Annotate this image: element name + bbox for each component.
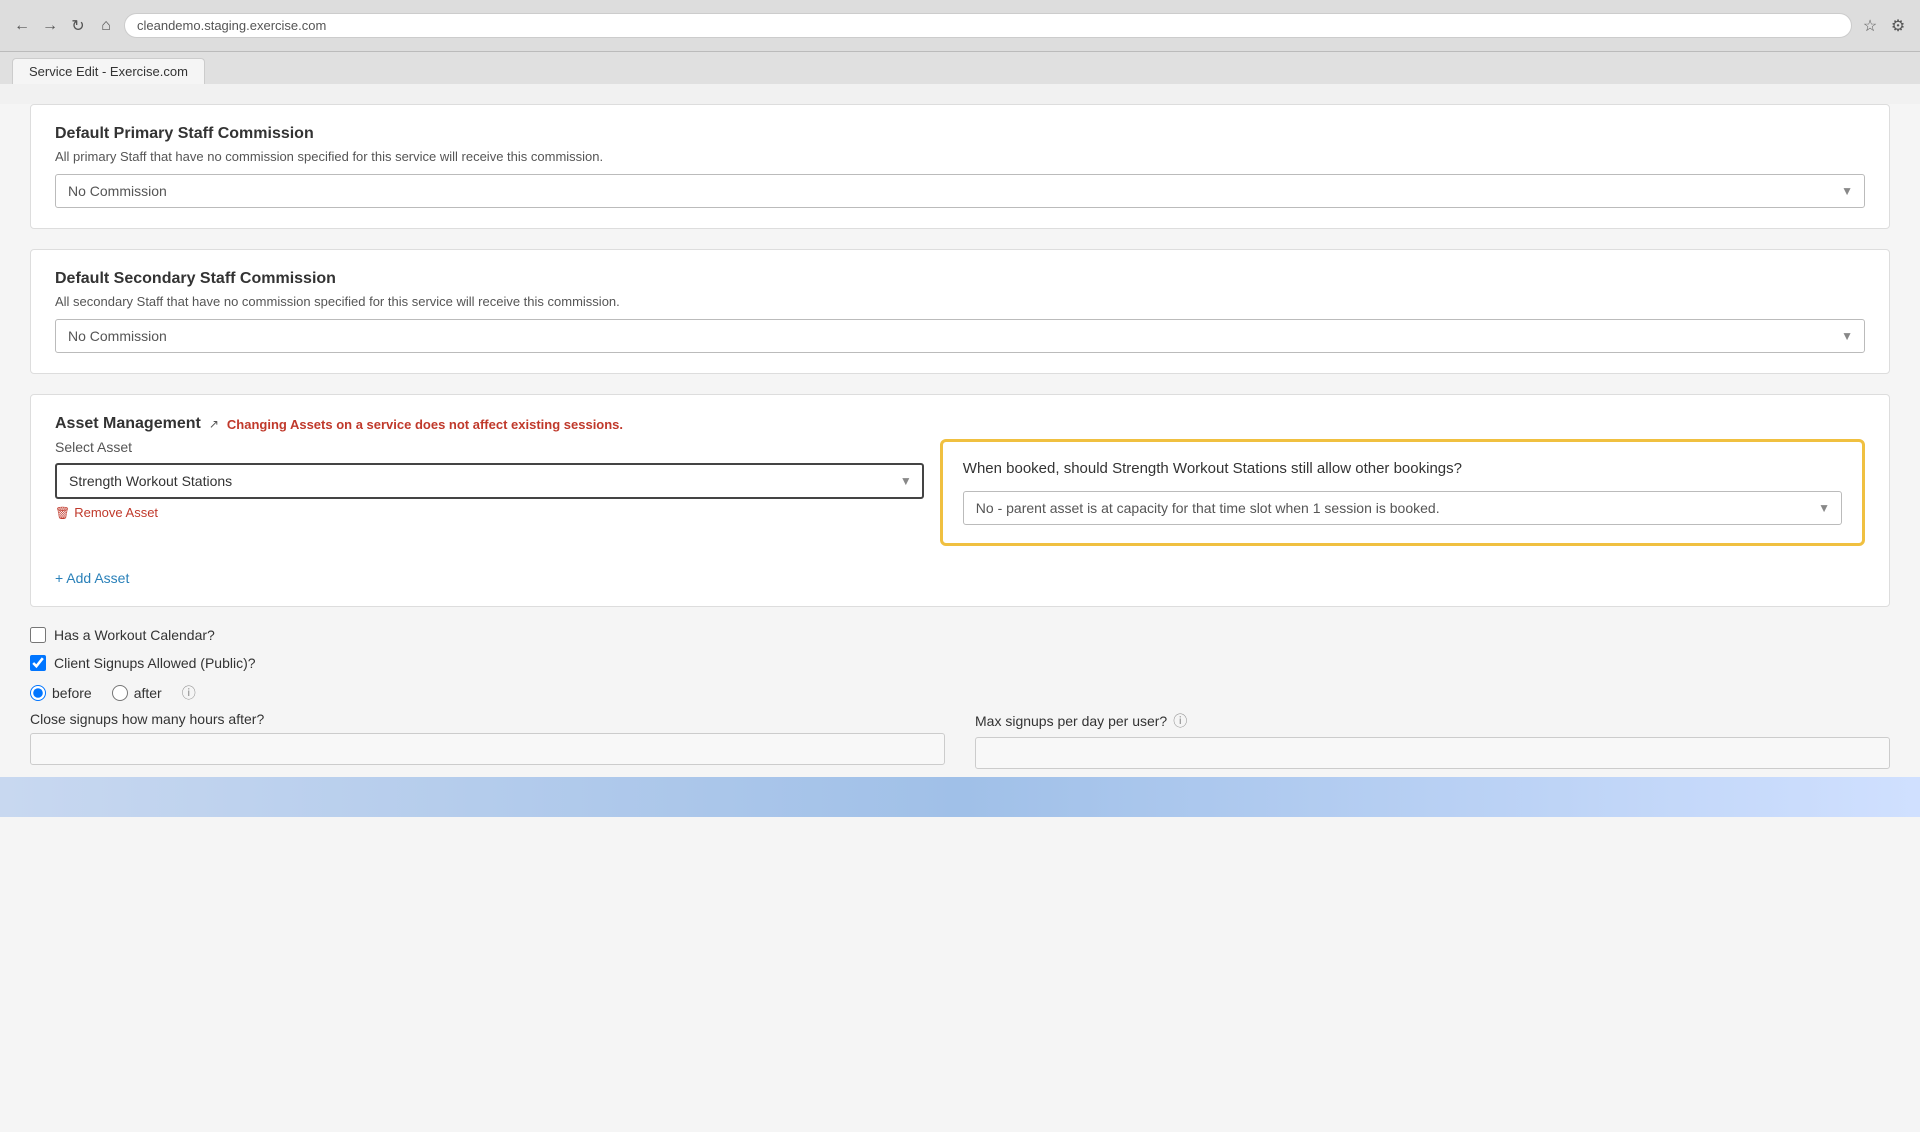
forward-button[interactable]: → xyxy=(40,16,60,36)
after-radio[interactable] xyxy=(112,685,128,701)
browser-chrome: ← → ↻ ⌂ cleandemo.staging.exercise.com ☆… xyxy=(0,0,1920,52)
before-radio[interactable] xyxy=(30,685,46,701)
bottom-gradient xyxy=(0,777,1920,817)
asset-select[interactable]: Strength Workout Stations xyxy=(55,463,924,499)
page-content: Default Primary Staff Commission All pri… xyxy=(0,104,1920,1132)
client-signups-row: Client Signups Allowed (Public)? xyxy=(30,655,1890,671)
asset-dropdown-wrapper: Strength Workout Stations ▼ xyxy=(55,463,924,499)
remove-asset-icon: 🗑 xyxy=(55,506,70,520)
primary-commission-title: Default Primary Staff Commission xyxy=(55,125,1865,143)
remove-asset-label: Remove Asset xyxy=(74,505,158,520)
secondary-commission-select[interactable]: No Commission xyxy=(55,319,1865,353)
max-signups-label: Max signups per day per user? ⓘ xyxy=(975,711,1890,731)
client-signups-label[interactable]: Client Signups Allowed (Public)? xyxy=(54,655,256,671)
workout-calendar-checkbox[interactable] xyxy=(30,627,46,643)
max-signups-input[interactable] xyxy=(975,737,1890,769)
before-radio-label[interactable]: before xyxy=(30,685,92,701)
signup-timing-row: before after ⓘ xyxy=(30,683,1890,703)
booking-answer-wrapper: No - parent asset is at capacity for tha… xyxy=(963,491,1842,525)
timing-help-icon[interactable]: ⓘ xyxy=(182,683,196,703)
booking-question-box: When booked, should Strength Workout Sta… xyxy=(940,439,1865,546)
close-signups-col: Close signups how many hours after? xyxy=(30,711,945,769)
asset-warning-text: Changing Assets on a service does not af… xyxy=(227,417,623,432)
after-radio-label[interactable]: after xyxy=(112,685,162,701)
secondary-commission-card: Default Secondary Staff Commission All s… xyxy=(30,249,1890,374)
secondary-commission-dropdown-wrapper: No Commission ▼ xyxy=(55,319,1865,353)
secondary-commission-title: Default Secondary Staff Commission xyxy=(55,270,1865,288)
close-signups-input[interactable] xyxy=(30,733,945,765)
asset-select-wrapper: Select Asset Strength Workout Stations ▼… xyxy=(55,439,924,520)
primary-commission-dropdown-wrapper: No Commission ▼ xyxy=(55,174,1865,208)
workout-calendar-row: Has a Workout Calendar? xyxy=(30,627,1890,643)
primary-commission-select[interactable]: No Commission xyxy=(55,174,1865,208)
bookmark-button[interactable]: ☆ xyxy=(1860,16,1880,36)
max-signups-col: Max signups per day per user? ⓘ xyxy=(975,711,1890,769)
back-button[interactable]: ← xyxy=(12,16,32,36)
workout-calendar-label[interactable]: Has a Workout Calendar? xyxy=(54,627,215,643)
extensions-button[interactable]: ⚙ xyxy=(1888,16,1908,36)
home-button[interactable]: ⌂ xyxy=(96,16,116,36)
primary-commission-desc: All primary Staff that have no commissio… xyxy=(55,149,1865,164)
address-bar[interactable]: cleandemo.staging.exercise.com xyxy=(124,13,1852,38)
remove-asset-link[interactable]: 🗑 Remove Asset xyxy=(55,505,924,520)
add-asset-link[interactable]: + Add Asset xyxy=(55,570,129,586)
close-signups-label: Close signups how many hours after? xyxy=(30,711,945,727)
active-tab[interactable]: Service Edit - Exercise.com xyxy=(12,58,205,84)
asset-management-card: Asset Management ↗ Changing Assets on a … xyxy=(30,394,1890,607)
refresh-button[interactable]: ↻ xyxy=(68,16,88,36)
hours-row: Close signups how many hours after? Max … xyxy=(30,711,1890,769)
asset-management-title: Asset Management xyxy=(55,415,201,433)
primary-commission-card: Default Primary Staff Commission All pri… xyxy=(30,104,1890,229)
asset-row: Select Asset Strength Workout Stations ▼… xyxy=(55,439,1865,546)
select-asset-label: Select Asset xyxy=(55,439,924,455)
client-signups-checkbox[interactable] xyxy=(30,655,46,671)
after-label: after xyxy=(134,685,162,701)
external-link-icon[interactable]: ↗ xyxy=(209,417,219,431)
booking-answer-select[interactable]: No - parent asset is at capacity for tha… xyxy=(963,491,1842,525)
booking-question-text: When booked, should Strength Workout Sta… xyxy=(963,460,1842,477)
tab-bar: Service Edit - Exercise.com xyxy=(0,52,1920,84)
max-signups-help-icon[interactable]: ⓘ xyxy=(1173,711,1187,731)
secondary-commission-desc: All secondary Staff that have no commiss… xyxy=(55,294,1865,309)
asset-management-header: Asset Management ↗ Changing Assets on a … xyxy=(55,415,1865,433)
before-label: before xyxy=(52,685,92,701)
